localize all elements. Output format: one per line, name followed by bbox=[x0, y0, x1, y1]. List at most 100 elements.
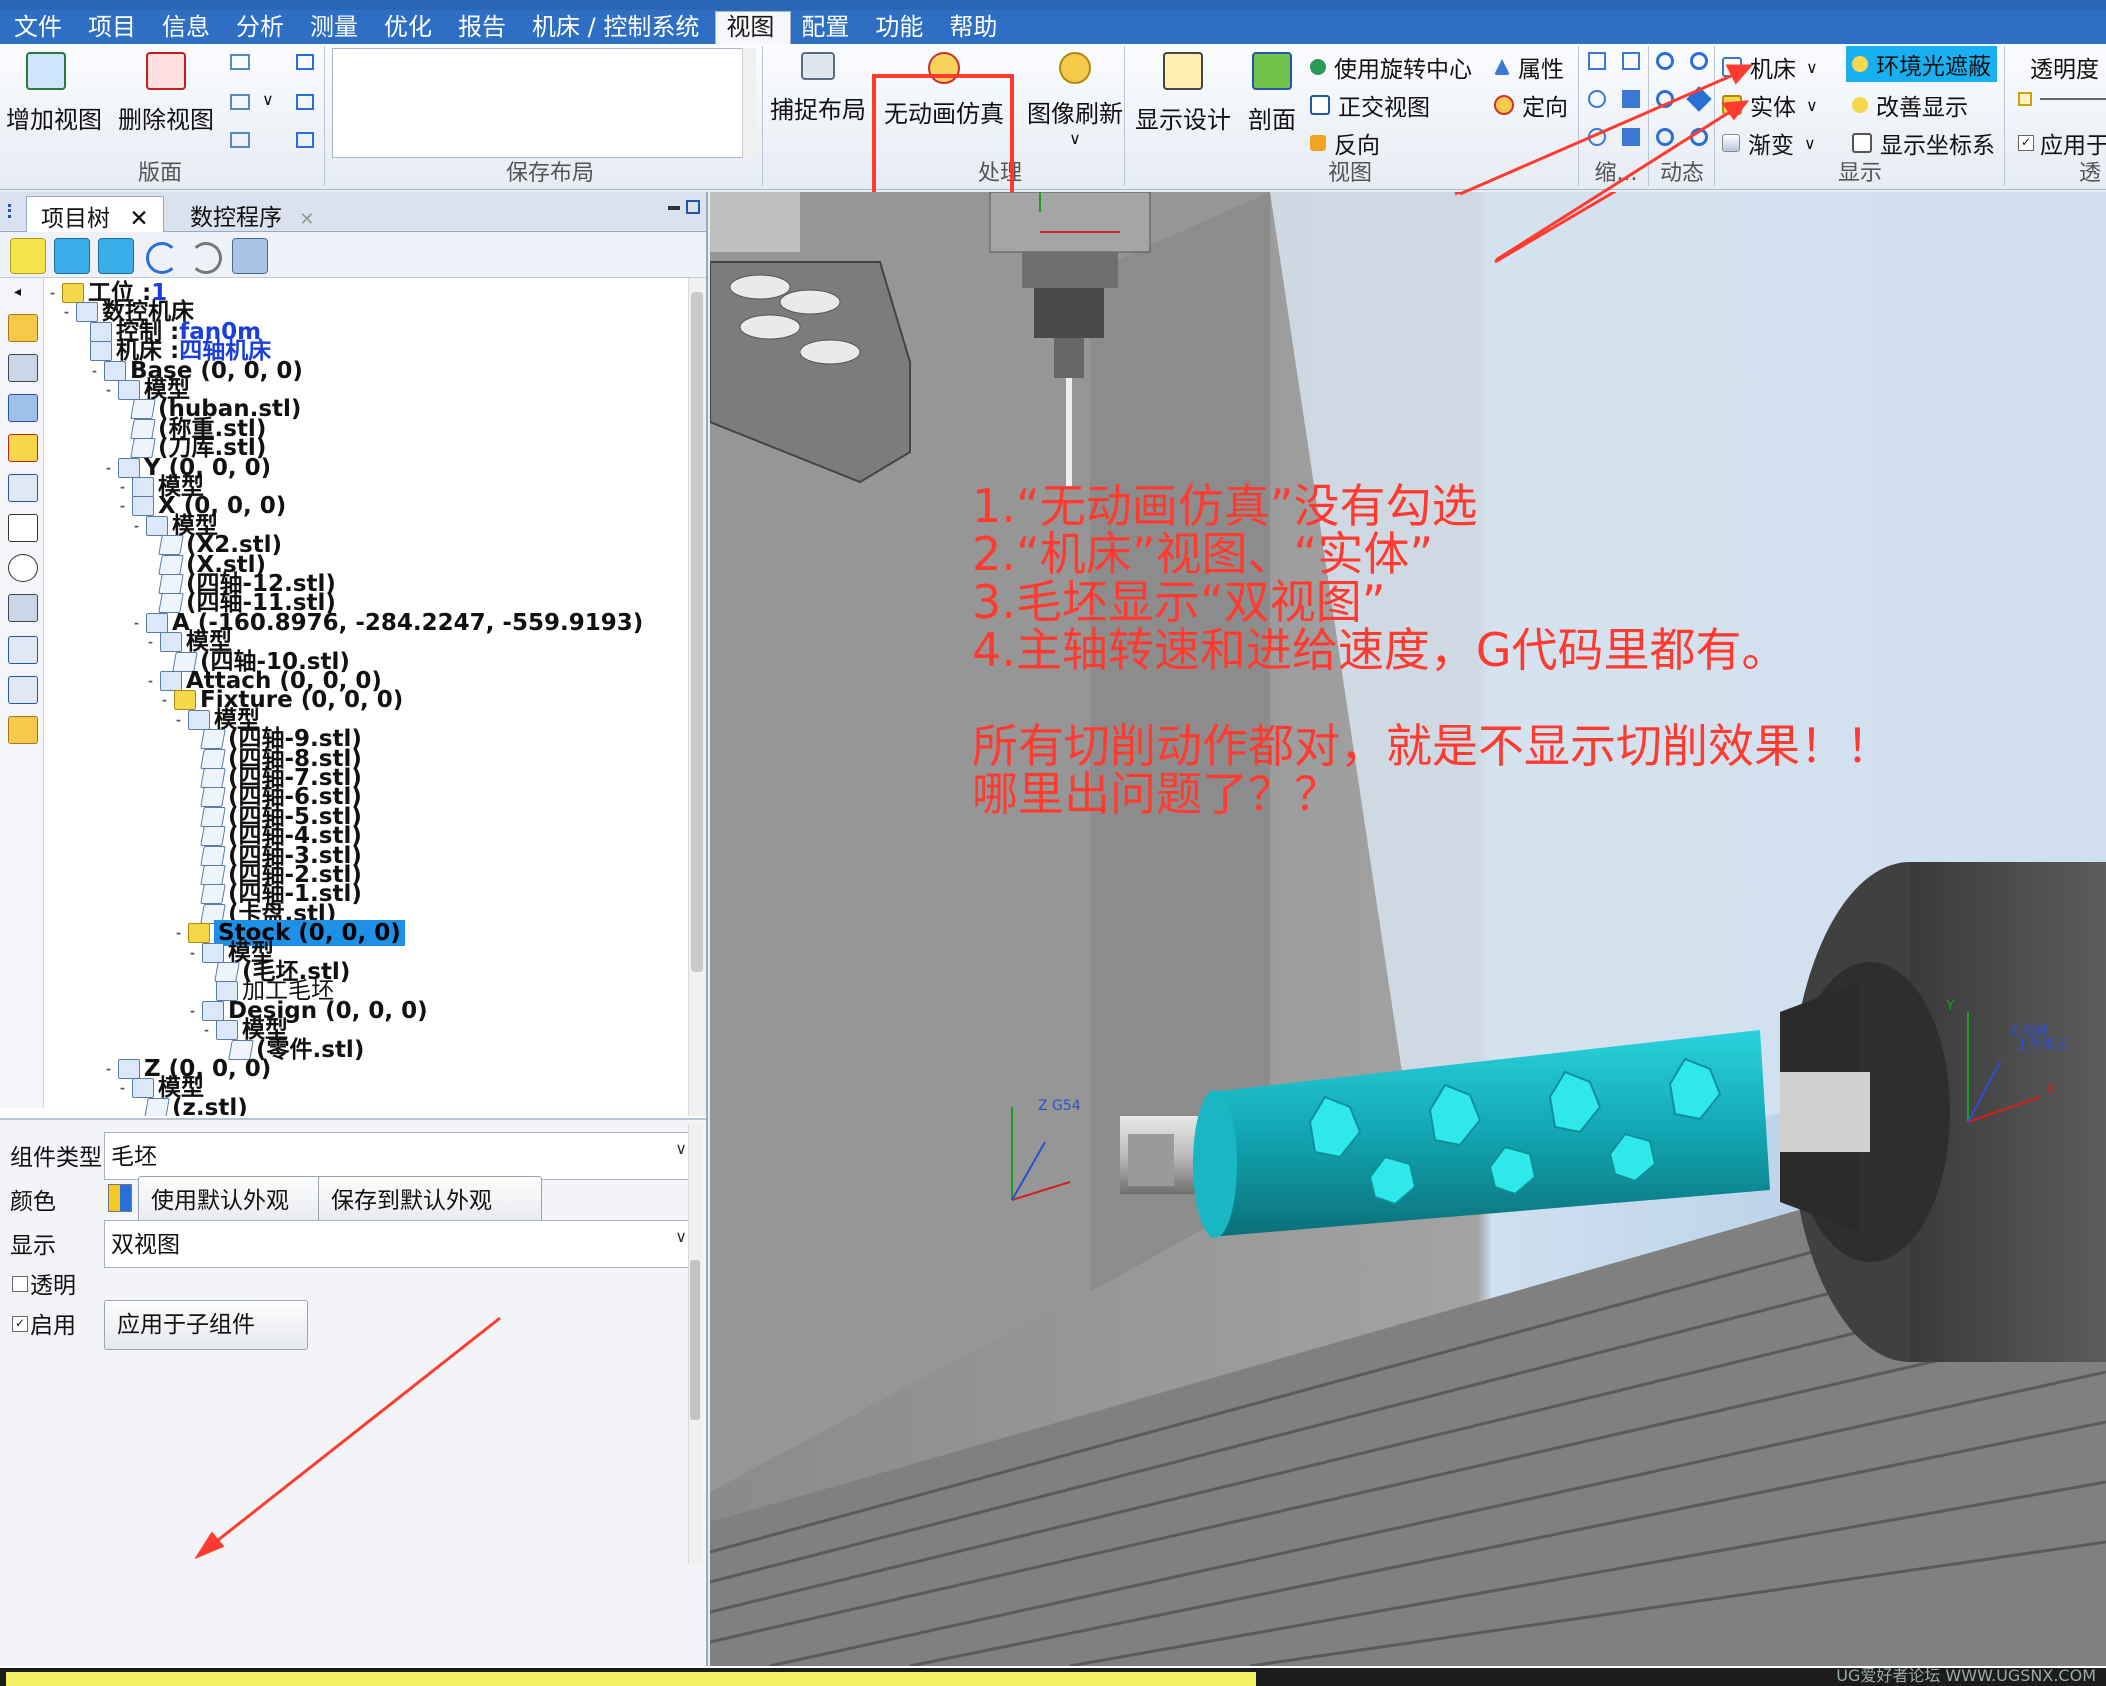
machine-icon[interactable] bbox=[8, 394, 38, 422]
expand-toggle-icon[interactable]: - bbox=[204, 1017, 216, 1043]
menu-item[interactable]: 视图 bbox=[715, 11, 792, 44]
menu-item[interactable]: 帮助 bbox=[939, 12, 1013, 44]
menu-item[interactable]: 文件 bbox=[4, 12, 78, 44]
color-swatch[interactable] bbox=[108, 1184, 132, 1212]
improve-display-toggle[interactable]: 改善显示 bbox=[1852, 88, 1968, 122]
layout-split-vertical-icon[interactable] bbox=[296, 94, 314, 110]
folder-icon[interactable] bbox=[8, 716, 38, 744]
props-scrollbar-thumb[interactable] bbox=[690, 1260, 700, 1420]
expand-toggle-icon[interactable]: - bbox=[120, 493, 132, 519]
menu-item[interactable]: 测量 bbox=[300, 12, 374, 44]
menu-item[interactable]: 项目 bbox=[78, 12, 152, 44]
float-icon[interactable] bbox=[686, 200, 700, 214]
spin-icon[interactable] bbox=[1690, 52, 1708, 70]
simulation-viewport[interactable]: Z G54 Z 组件 工件零点 X Y 1.“无动画仿真”没有勾选 2.“机床”… bbox=[710, 192, 2106, 1666]
solid-dropdown[interactable]: 实体 ∨ bbox=[1722, 88, 1818, 122]
expand-toggle-icon[interactable]: - bbox=[190, 940, 202, 966]
add-view-button[interactable]: 增加视图 bbox=[6, 44, 102, 135]
use-default-appearance-button[interactable]: 使用默认外观 bbox=[138, 1176, 342, 1226]
measure-icon[interactable] bbox=[8, 474, 38, 502]
expand-toggle-icon[interactable]: - bbox=[50, 280, 62, 306]
expand-toggle-icon[interactable]: - bbox=[120, 1114, 132, 1116]
expand-toggle-icon[interactable]: - bbox=[64, 299, 76, 325]
menu-item[interactable]: 机床 / 控制系统 bbox=[522, 12, 715, 44]
tab-nc-program[interactable]: 数控程序 ✕ bbox=[176, 196, 328, 234]
tree-node[interactable]: - Spindle (0, 0, 2.54) bbox=[120, 1114, 407, 1116]
expand-toggle-icon[interactable]: - bbox=[106, 455, 118, 481]
zoom-fit-icon[interactable] bbox=[1588, 52, 1606, 70]
expand-toggle-icon[interactable]: - bbox=[120, 1075, 132, 1101]
saved-layouts-list[interactable] bbox=[332, 48, 754, 158]
component-type-select[interactable]: 毛坯 ∨ bbox=[104, 1132, 698, 1180]
properties-button[interactable]: 属性 bbox=[1494, 50, 1564, 84]
expand-toggle-icon[interactable]: - bbox=[148, 668, 160, 694]
enable-checkbox[interactable]: ✓ bbox=[12, 1316, 28, 1332]
display-design-button[interactable]: 显示设计 bbox=[1132, 44, 1234, 135]
transparency-slider[interactable] bbox=[2040, 98, 2106, 100]
component-list-icon[interactable] bbox=[54, 238, 90, 274]
expand-toggle-icon[interactable]: - bbox=[106, 377, 118, 403]
expand-toggle-icon[interactable]: - bbox=[134, 513, 146, 539]
minimize-icon[interactable] bbox=[668, 206, 680, 210]
select-mode-icon[interactable] bbox=[10, 238, 46, 274]
add-component-icon[interactable] bbox=[98, 238, 134, 274]
pin-icon[interactable] bbox=[8, 204, 22, 218]
use-rotation-center-button[interactable]: 使用旋转中心 bbox=[1310, 50, 1472, 84]
expand-toggle-icon[interactable]: - bbox=[176, 707, 188, 733]
orient-button[interactable]: 定向 bbox=[1494, 88, 1568, 122]
section-button[interactable]: 剖面 bbox=[1244, 44, 1300, 135]
tree-node[interactable]: (z.stl) bbox=[134, 1095, 248, 1116]
fixture-icon[interactable] bbox=[8, 434, 38, 462]
tree-scrollbar-thumb[interactable] bbox=[691, 292, 703, 972]
layout-single-icon[interactable] bbox=[296, 54, 314, 70]
zoom-grid-icon[interactable] bbox=[1622, 90, 1640, 108]
capture-layout-button[interactable]: 捕捉布局 bbox=[768, 44, 868, 125]
collapse-arrow-icon[interactable]: ◂ bbox=[14, 284, 21, 300]
menu-item[interactable]: 分析 bbox=[226, 12, 300, 44]
rotate-z-icon[interactable] bbox=[1690, 128, 1708, 146]
csys-icon[interactable] bbox=[8, 514, 38, 542]
redo-icon[interactable] bbox=[190, 242, 222, 274]
menu-item[interactable]: 报告 bbox=[448, 12, 522, 44]
transparent-checkbox[interactable] bbox=[12, 1276, 28, 1292]
g-code-offset-icon[interactable] bbox=[8, 554, 38, 582]
close-icon[interactable]: ✕ bbox=[299, 209, 314, 230]
expand-toggle-icon[interactable]: - bbox=[92, 358, 104, 384]
expand-toggle-icon[interactable]: - bbox=[148, 629, 160, 655]
menu-item[interactable]: 配置 bbox=[791, 12, 865, 44]
chevron-down-icon[interactable]: ∨ bbox=[262, 90, 274, 109]
menu-item[interactable]: 功能 bbox=[865, 12, 939, 44]
zoom-out-icon[interactable] bbox=[1588, 128, 1606, 146]
gradient-dropdown[interactable]: 渐变 ∨ bbox=[1722, 126, 1816, 160]
rotate-x-icon[interactable] bbox=[1656, 90, 1674, 108]
ortho-view-button[interactable]: 正交视图 bbox=[1310, 88, 1430, 122]
tab-project-tree[interactable]: 项目树 ✕ bbox=[26, 196, 164, 235]
tool-library-icon[interactable] bbox=[8, 594, 38, 622]
zoom-window-icon[interactable] bbox=[1622, 52, 1640, 70]
expand-toggle-icon[interactable]: - bbox=[134, 610, 146, 636]
save-default-appearance-button[interactable]: 保存到默认外观 bbox=[318, 1176, 542, 1226]
menu-item[interactable]: 信息 bbox=[152, 12, 226, 44]
rotate-icon[interactable] bbox=[1656, 52, 1674, 70]
pan-icon[interactable] bbox=[1686, 86, 1712, 112]
station-icon[interactable] bbox=[8, 314, 38, 342]
zoom-in-icon[interactable] bbox=[1588, 90, 1606, 108]
expand-toggle-icon[interactable]: - bbox=[176, 920, 188, 946]
expand-toggle-icon[interactable]: - bbox=[162, 687, 174, 713]
undo-icon[interactable] bbox=[146, 242, 178, 274]
image-refresh-button[interactable]: 图像刷新 ∨ bbox=[1020, 44, 1130, 148]
control-icon[interactable] bbox=[8, 354, 38, 382]
close-icon[interactable]: ✕ bbox=[129, 206, 148, 232]
nc-program-icon[interactable] bbox=[8, 636, 38, 664]
apply-to-children-button[interactable]: 应用于子组件 bbox=[104, 1300, 308, 1350]
saved-layouts-scrollbar[interactable] bbox=[742, 48, 756, 158]
zoom-all-icon[interactable] bbox=[1622, 128, 1640, 146]
layout-tile-icon[interactable] bbox=[230, 54, 250, 70]
menu-item[interactable]: 优化 bbox=[374, 12, 448, 44]
ambient-occlusion-toggle[interactable]: 环境光遮蔽 bbox=[1846, 46, 1997, 82]
expand-toggle-icon[interactable]: - bbox=[106, 1056, 118, 1082]
machine-view-dropdown[interactable]: 机床 ∨ bbox=[1722, 50, 1818, 84]
subroutine-icon[interactable] bbox=[8, 676, 38, 704]
rotate-y-icon[interactable] bbox=[1656, 128, 1674, 146]
delete-view-button[interactable]: 删除视图 bbox=[118, 44, 214, 135]
